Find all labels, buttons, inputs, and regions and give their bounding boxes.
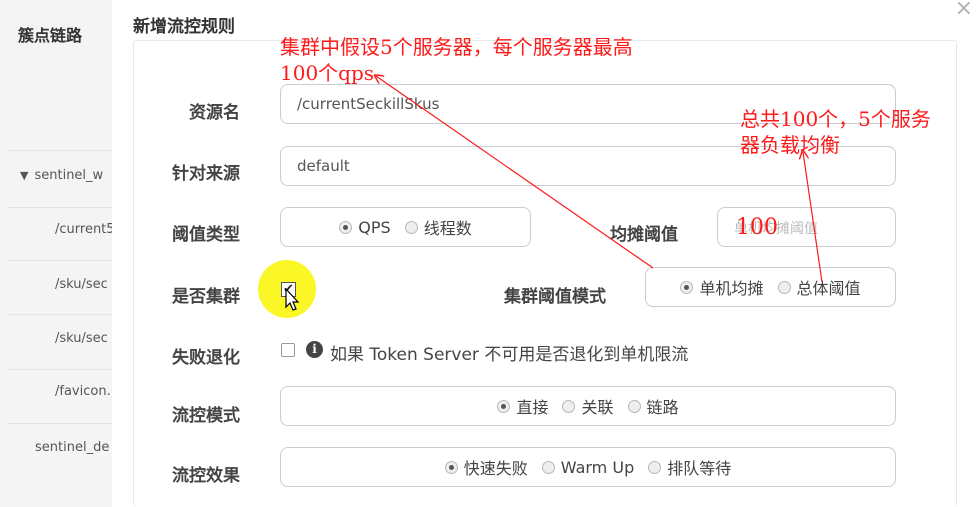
annotation-arrows bbox=[0, 0, 823, 283]
annotation-arrow-2 bbox=[803, 152, 823, 283]
annotation-arrow-1 bbox=[376, 76, 654, 269]
